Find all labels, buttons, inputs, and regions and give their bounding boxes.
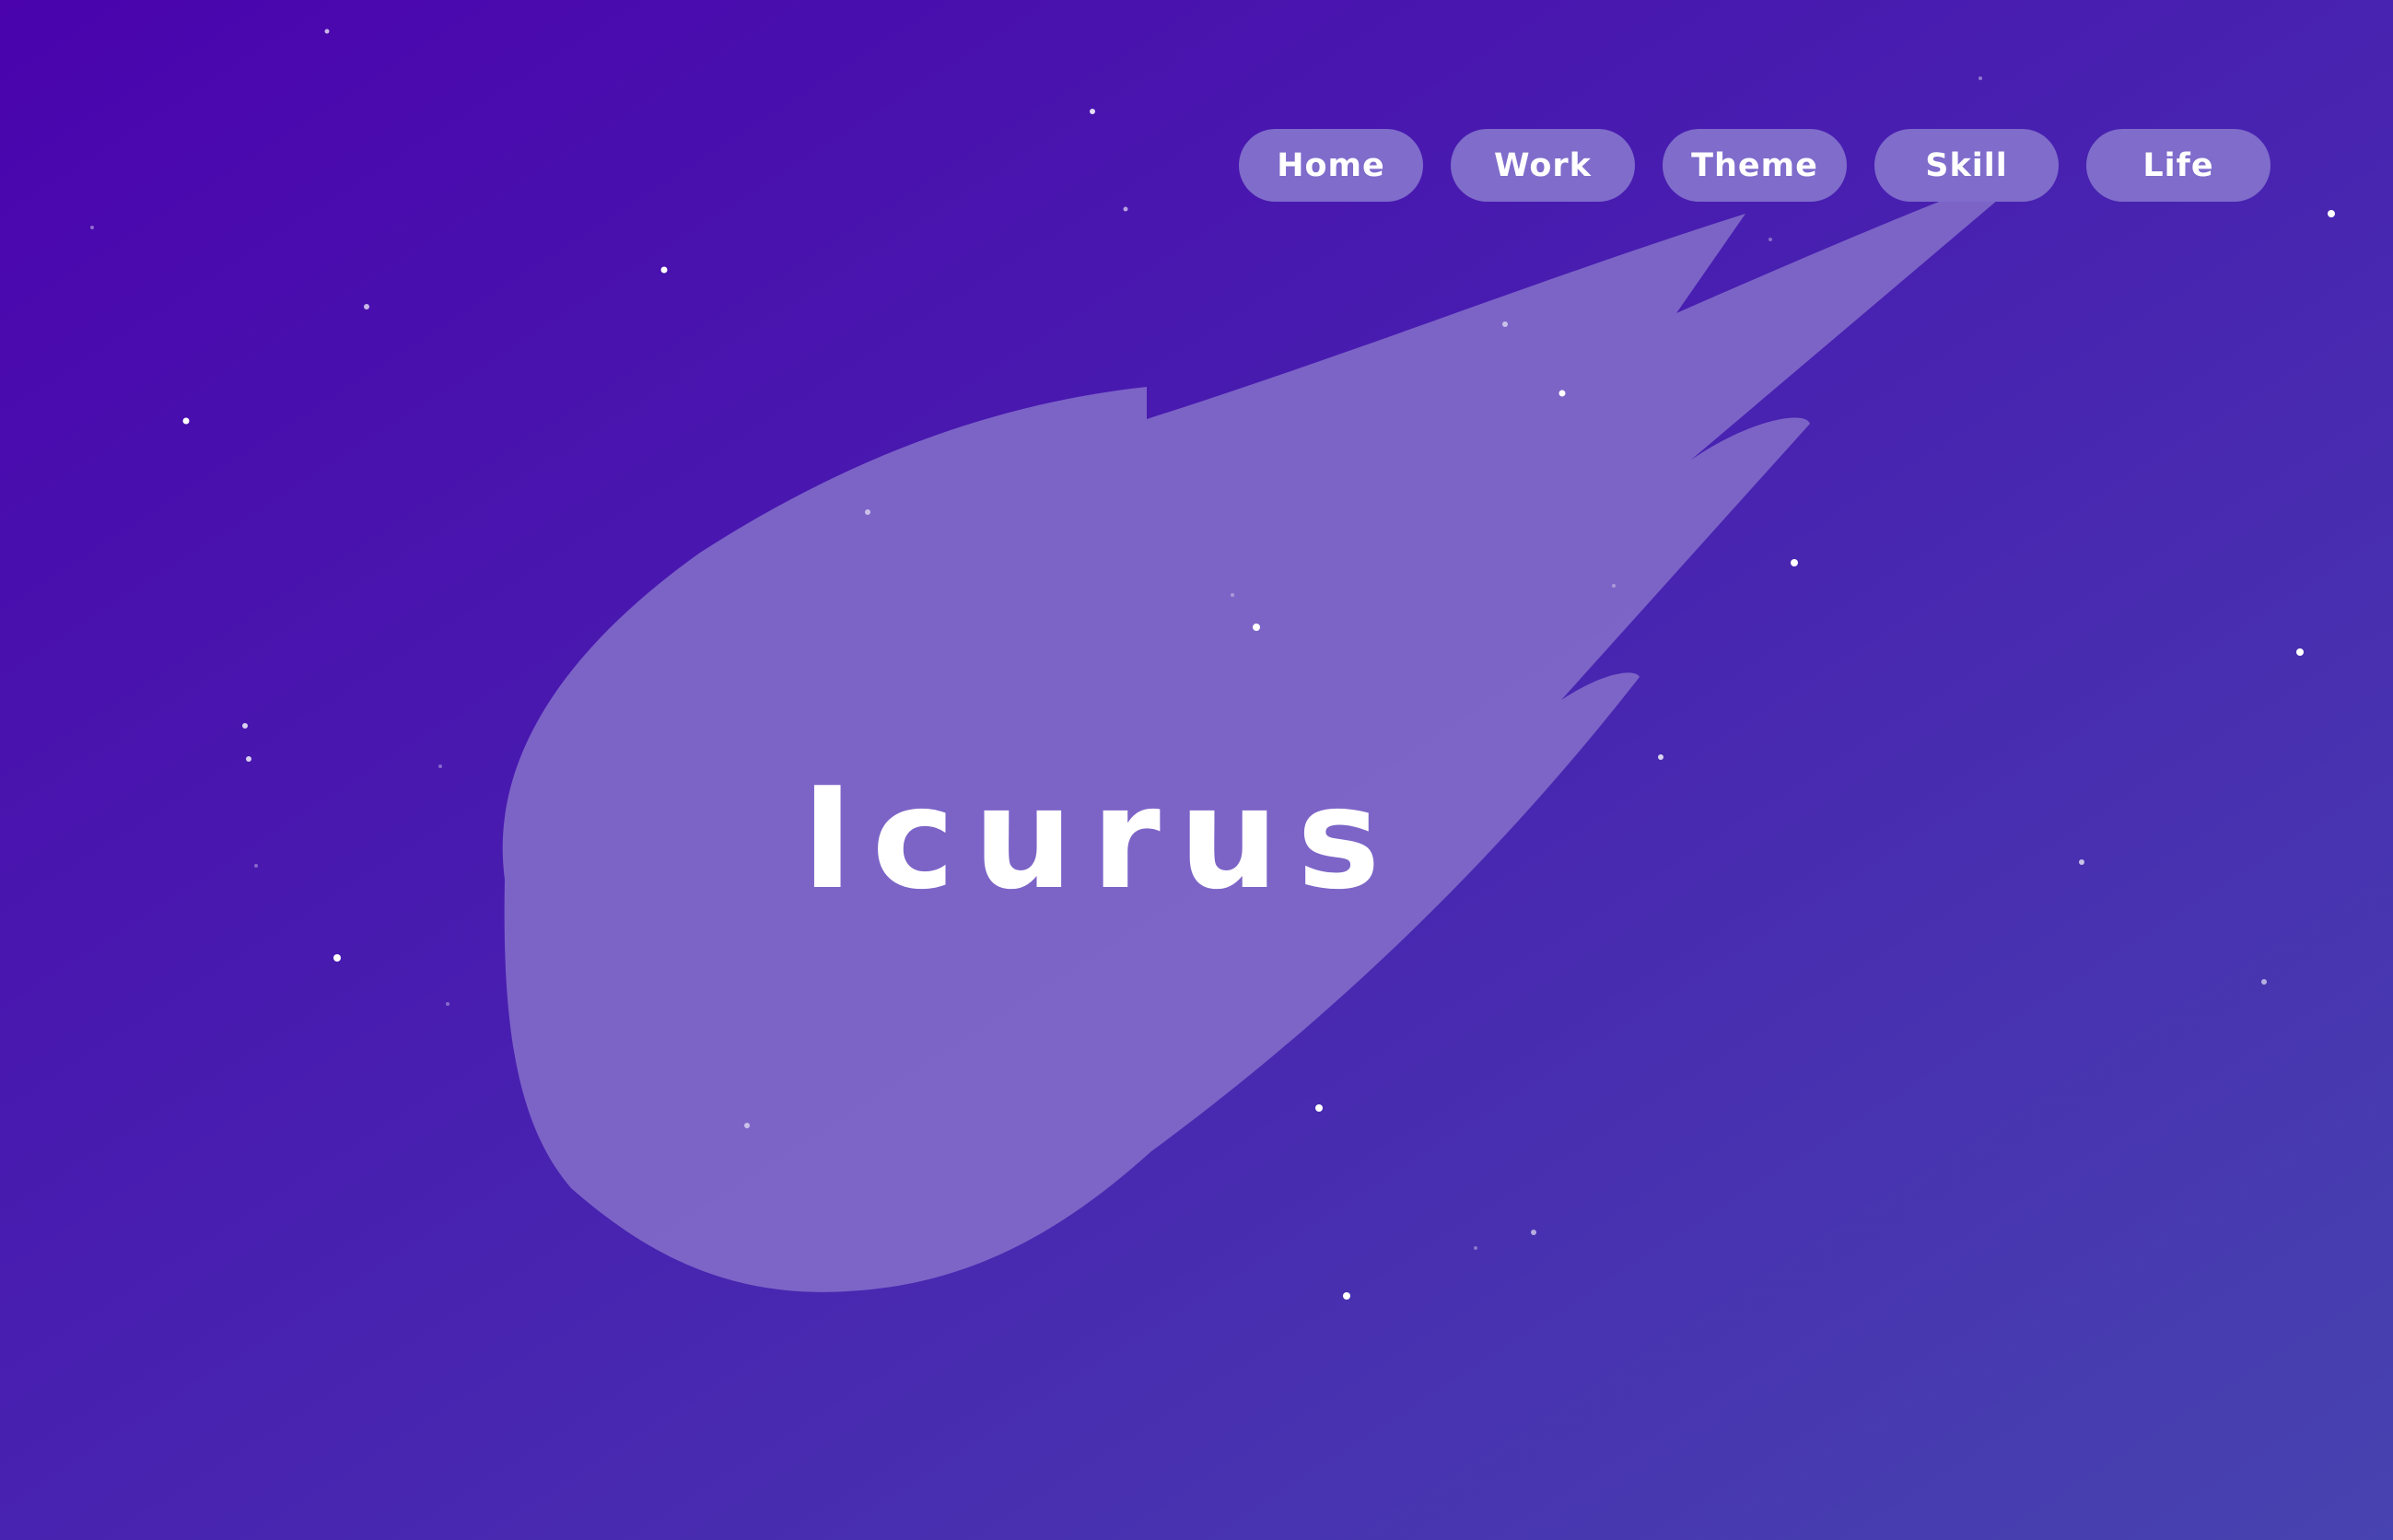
site-title: Icurus bbox=[801, 757, 1399, 920]
nav-work-button[interactable]: Work bbox=[1451, 129, 1635, 202]
main-nav: Home Work Theme Skill Life bbox=[1239, 129, 2270, 202]
nav-life-button[interactable]: Life bbox=[2086, 129, 2270, 202]
nav-theme-button[interactable]: Theme bbox=[1663, 129, 1847, 202]
nav-home-button[interactable]: Home bbox=[1239, 129, 1423, 202]
nav-skill-button[interactable]: Skill bbox=[1874, 129, 2059, 202]
